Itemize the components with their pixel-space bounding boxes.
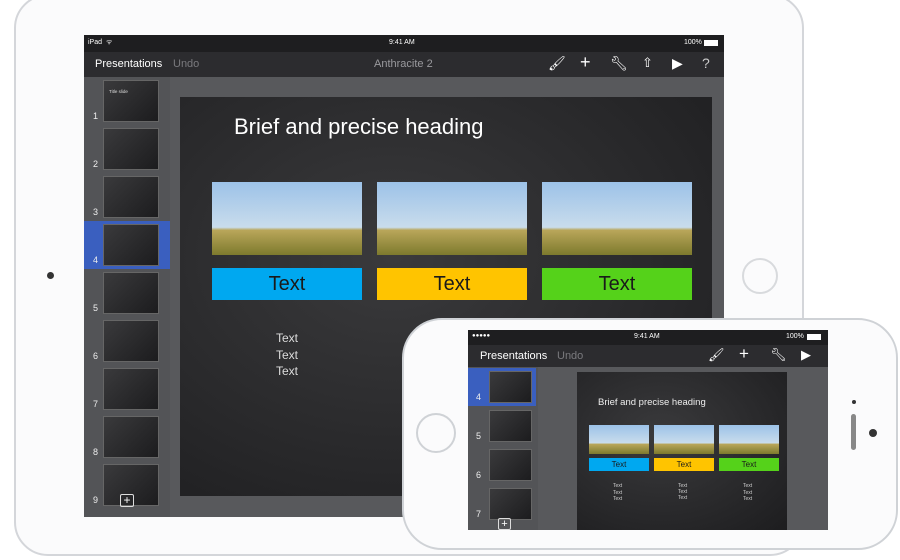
format-brush-icon[interactable]: 🖌︎ [708, 347, 725, 363]
text-bar-yellow[interactable]: Text [654, 458, 714, 471]
toolbar: Presentations Undo Anthracite 2 🖌︎ + 🔧︎ … [84, 52, 724, 77]
slide-number: 4 [93, 255, 99, 265]
slide-number: 8 [93, 447, 99, 457]
slide-number: 7 [476, 509, 482, 519]
text-bar-blue[interactable]: Text [589, 458, 649, 471]
slide-text: Text [743, 483, 753, 489]
slide-photo[interactable] [212, 182, 362, 255]
slide-thumbnail[interactable] [489, 410, 532, 442]
add-slide-button[interactable]: + [120, 494, 134, 507]
share-icon[interactable]: ⇧ [642, 55, 653, 71]
slide-photo[interactable] [719, 425, 779, 454]
slide-text: Text [743, 496, 753, 502]
clock: 9:41 AM [389, 39, 415, 46]
slide-canvas[interactable]: Brief and precise heading Text Text Text… [577, 372, 787, 530]
undo-button[interactable]: Undo [557, 350, 583, 362]
slide-text-column[interactable]: Text Text Text [678, 483, 687, 501]
slide-text: Text [678, 495, 688, 501]
iphone-screen: ●●●●● 9:41 AM 100% Presentations Undo 🖌︎… [468, 330, 828, 530]
text-bar-blue[interactable]: Text [212, 268, 362, 300]
slide-text: Text [276, 364, 299, 378]
add-icon[interactable]: + [580, 52, 591, 73]
signal-icon: ●●●●● [472, 333, 491, 339]
slide-number: 5 [476, 431, 482, 441]
slide-thumbnail[interactable] [489, 488, 532, 520]
slide-number: 4 [476, 392, 482, 402]
undo-button[interactable]: Undo [173, 58, 199, 70]
text-bar-yellow[interactable]: Text [377, 268, 527, 300]
slide-text: Text [276, 347, 299, 362]
slide-text-column[interactable]: Text Text Text [743, 483, 752, 503]
ipad-camera [47, 272, 54, 279]
slide-number: 5 [93, 303, 99, 313]
play-icon[interactable]: ▶ [801, 347, 811, 363]
slide-number: 1 [93, 111, 99, 121]
clock: 9:41 AM [634, 333, 660, 340]
battery-icon [704, 40, 718, 46]
wrench-icon[interactable]: 🔧︎ [770, 347, 787, 363]
slide-number: 2 [93, 159, 99, 169]
toolbar: Presentations Undo 🖌︎ + 🔧︎ ▶ [468, 344, 828, 367]
slide-photo[interactable] [654, 425, 714, 454]
iphone-speaker [851, 414, 856, 450]
wrench-icon[interactable]: 🔧︎ [610, 55, 628, 72]
slide-photo[interactable] [377, 182, 527, 255]
slide-thumbnail[interactable] [103, 368, 159, 410]
slide-number: 3 [93, 207, 99, 217]
status-bar: iPad ᯤ 9:41 AM 100% [84, 35, 724, 52]
slide-thumbnail[interactable] [489, 371, 532, 403]
thumbnail-title: Title slide [109, 89, 128, 94]
carrier-label: iPad [88, 39, 103, 46]
slide-text: Text [613, 496, 623, 502]
slide-thumbnail[interactable] [103, 416, 159, 458]
format-brush-icon[interactable]: 🖌︎ [548, 55, 566, 72]
iphone-home-button[interactable] [416, 413, 456, 453]
slide-thumbnail[interactable] [103, 128, 159, 170]
slide-number: 6 [476, 470, 482, 480]
slide-number: 7 [93, 399, 99, 409]
wifi-icon: ᯤ [106, 39, 113, 46]
slide-thumbnail[interactable] [103, 272, 159, 314]
text-bar-green[interactable]: Text [719, 458, 779, 471]
battery-label: 100% [786, 333, 804, 340]
presentations-button[interactable]: Presentations [480, 350, 547, 362]
slide-thumbnail[interactable] [103, 224, 159, 266]
slide-photo[interactable] [542, 182, 692, 255]
slide-text-column[interactable]: Text Text Text [276, 330, 298, 380]
text-bar-green[interactable]: Text [542, 268, 692, 300]
status-bar: ●●●●● 9:41 AM 100% [468, 330, 828, 345]
slide-text-column[interactable]: Text Text Text [613, 483, 622, 503]
slide-thumbnail[interactable]: Title slide [103, 80, 159, 122]
battery-icon [807, 334, 821, 340]
slide-heading[interactable]: Brief and precise heading [598, 397, 706, 408]
document-title: Anthracite 2 [374, 58, 433, 70]
add-icon[interactable]: + [739, 344, 749, 364]
slide-number: 9 [93, 495, 99, 505]
presentations-button[interactable]: Presentations [95, 58, 162, 70]
slide-text: Text [613, 483, 623, 489]
slide-photo[interactable] [589, 425, 649, 454]
slide-number: 6 [93, 351, 99, 361]
help-icon[interactable]: ? [702, 55, 710, 71]
add-slide-button[interactable]: + [498, 518, 511, 530]
slide-text: Text [276, 331, 299, 345]
slide-thumbnail[interactable] [103, 176, 159, 218]
iphone-sensor [852, 400, 856, 404]
iphone-camera [869, 429, 877, 437]
battery-label: 100% [684, 39, 702, 46]
ipad-home-button[interactable] [742, 258, 778, 294]
slide-thumbnail[interactable] [489, 449, 532, 481]
play-icon[interactable]: ▶ [672, 55, 683, 72]
slide-thumbnail[interactable] [103, 320, 159, 362]
slide-heading[interactable]: Brief and precise heading [234, 114, 484, 140]
